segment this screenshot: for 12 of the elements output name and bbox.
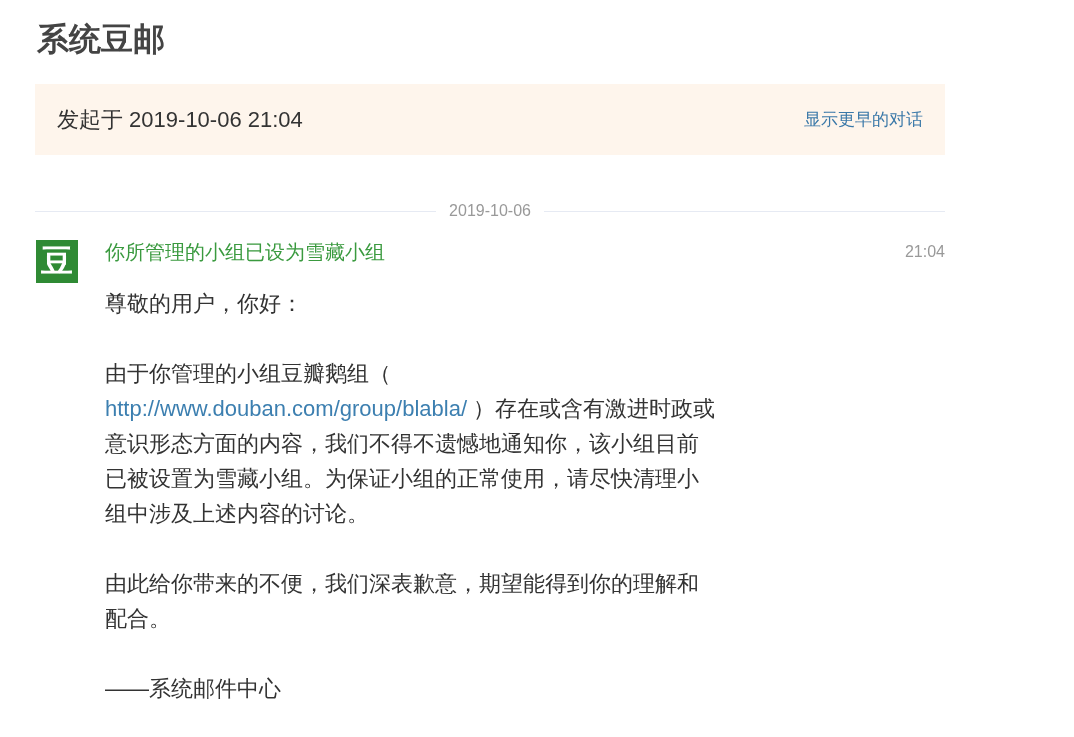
message-paragraph: 尊敬的用户，你好：	[105, 290, 304, 318]
message-paragraph: ——系统邮件中心	[105, 675, 282, 703]
sender-avatar: 豆	[36, 240, 78, 283]
earlier-conversation-link[interactable]: 显示更早的对话	[804, 106, 923, 133]
page-title: 系统豆邮	[37, 20, 165, 59]
date-divider-label: 2019-10-06	[448, 201, 532, 221]
group-link[interactable]: http://www.douban.com/group/blabla/	[105, 396, 467, 421]
message-paragraph: 由于你管理的小组豆瓣鹅组（ http://www.douban.com/group/blabla/ ）存在或含有激进时政或意识形态方面的内容，我们不得不遗憾地通知你，该小组目前已被设置为雪藏小组。为保证小组的正常使用，请尽快清理小组中涉及上述内容的讨论。	[105, 360, 717, 528]
message-subject[interactable]: 你所管理的小组已设为雪藏小组	[105, 237, 385, 267]
message-paragraph: 由此给你带来的不便，我们深表歉意，期望能得到你的理解和配合。	[105, 570, 700, 633]
message-time: 21:04	[904, 242, 945, 262]
conversation-start-time: 发起于 2019-10-06 21:04	[57, 106, 303, 134]
